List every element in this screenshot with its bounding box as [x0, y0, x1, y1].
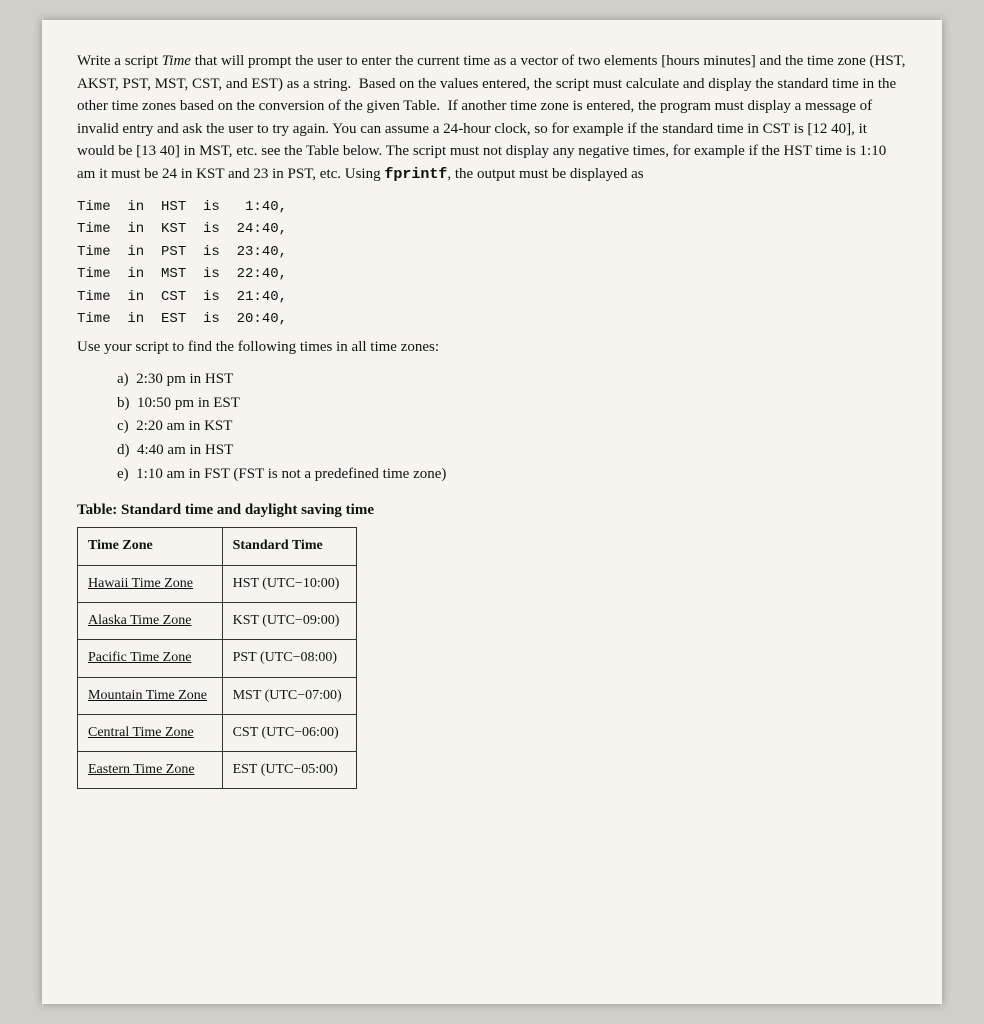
zone-pacific: Pacific Time Zone	[78, 640, 223, 677]
code-line-4: Time in MST is 22:40,	[77, 263, 907, 285]
standard-est: EST (UTC−05:00)	[222, 752, 356, 789]
table-row: Mountain Time Zone MST (UTC−07:00)	[78, 677, 357, 714]
code-line-6: Time in EST is 20:40,	[77, 308, 907, 330]
page-container: Write a script Time that will prompt the…	[42, 20, 942, 1004]
table-caption: Table: Standard time and daylight saving…	[77, 500, 907, 522]
col-header-timezone: Time Zone	[78, 528, 223, 565]
table-row: Hawaii Time Zone HST (UTC−10:00)	[78, 565, 357, 602]
table-row: Eastern Time Zone EST (UTC−05:00)	[78, 752, 357, 789]
table-row: Alaska Time Zone KST (UTC−09:00)	[78, 602, 357, 639]
italic-time: Time	[162, 53, 191, 69]
fprintf-code: fprintf	[384, 166, 447, 183]
table-row: Pacific Time Zone PST (UTC−08:00)	[78, 640, 357, 677]
list-item-a: a) 2:30 pm in HST	[117, 369, 907, 391]
standard-mst: MST (UTC−07:00)	[222, 677, 356, 714]
standard-cst: CST (UTC−06:00)	[222, 714, 356, 751]
list-item-d: d) 4:40 am in HST	[117, 440, 907, 462]
code-display: Time in HST is 1:40, Time in KST is 24:4…	[77, 196, 907, 330]
zone-alaska: Alaska Time Zone	[78, 602, 223, 639]
table-header-row: Time Zone Standard Time	[78, 528, 357, 565]
standard-hst: HST (UTC−10:00)	[222, 565, 356, 602]
code-line-2: Time in KST is 24:40,	[77, 218, 907, 240]
zone-eastern: Eastern Time Zone	[78, 752, 223, 789]
code-line-3: Time in PST is 23:40,	[77, 241, 907, 263]
time-list: a) 2:30 pm in HST b) 10:50 pm in EST c) …	[117, 369, 907, 486]
zone-central: Central Time Zone	[78, 714, 223, 751]
after-code-text: Use your script to find the following ti…	[77, 336, 907, 359]
list-item-e: e) 1:10 am in FST (FST is not a predefin…	[117, 464, 907, 486]
zone-hawaii: Hawaii Time Zone	[78, 565, 223, 602]
timezone-table: Time Zone Standard Time Hawaii Time Zone…	[77, 527, 357, 789]
zone-mountain: Mountain Time Zone	[78, 677, 223, 714]
list-item-b: b) 10:50 pm in EST	[117, 393, 907, 415]
standard-pst: PST (UTC−08:00)	[222, 640, 356, 677]
code-line-5: Time in CST is 21:40,	[77, 286, 907, 308]
intro-text: Write a script Time that will prompt the…	[77, 50, 907, 186]
list-item-c: c) 2:20 am in KST	[117, 416, 907, 438]
code-line-1: Time in HST is 1:40,	[77, 196, 907, 218]
table-row: Central Time Zone CST (UTC−06:00)	[78, 714, 357, 751]
standard-kst: KST (UTC−09:00)	[222, 602, 356, 639]
col-header-standard: Standard Time	[222, 528, 356, 565]
